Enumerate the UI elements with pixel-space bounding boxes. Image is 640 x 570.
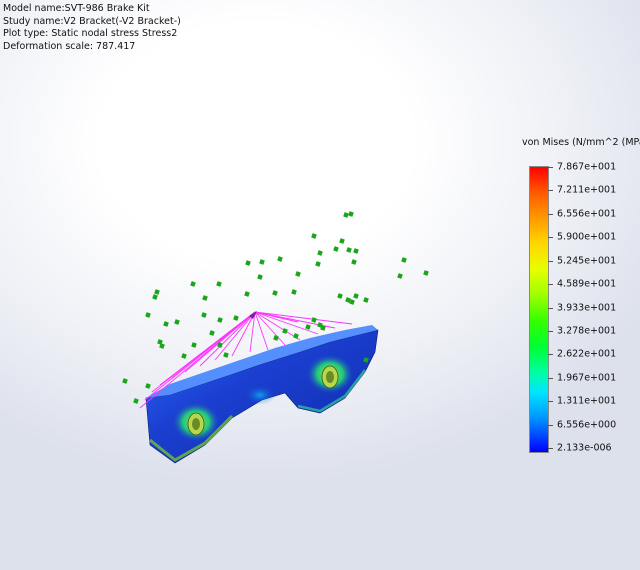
legend-tick-mark bbox=[548, 260, 553, 262]
fixture-marker-icon bbox=[122, 378, 128, 384]
legend-tick-mark bbox=[548, 190, 553, 192]
fixture-marker-icon bbox=[277, 256, 283, 262]
fixture-marker-icon bbox=[315, 261, 321, 267]
legend-tick-mark bbox=[548, 167, 553, 168]
legend-tick-label: 6.556e+000 bbox=[557, 419, 617, 431]
deformed-part-body[interactable] bbox=[145, 325, 379, 464]
fixture-marker-icon bbox=[209, 330, 215, 336]
legend-tick-mark bbox=[548, 330, 553, 332]
legend-tick-mark bbox=[548, 307, 553, 309]
fixture-marker-icon bbox=[343, 212, 349, 218]
fixture-marker-icon bbox=[244, 291, 250, 297]
legend-tick-label: 2.133e-006 bbox=[557, 442, 612, 454]
fixture-marker-icon bbox=[353, 293, 359, 299]
fixture-marker-icon bbox=[291, 289, 297, 295]
legend-tick-mark bbox=[548, 284, 553, 286]
legend-tick-label: 6.556e+001 bbox=[557, 208, 617, 220]
legend-tick-mark bbox=[548, 401, 553, 403]
fixture-marker-icon bbox=[174, 319, 180, 325]
fixture-marker-icon bbox=[346, 247, 352, 253]
fixture-marker-icon bbox=[311, 233, 317, 239]
legend-tick-label: 2.622e+001 bbox=[557, 348, 617, 360]
fixture-marker-icon bbox=[305, 324, 311, 330]
legend-tick-label: 7.211e+001 bbox=[557, 184, 617, 196]
legend-tick-mark bbox=[548, 213, 553, 215]
fixture-marker-icon bbox=[339, 238, 345, 244]
fixture-marker-icon bbox=[311, 317, 317, 323]
legend-tick-label: 5.900e+001 bbox=[557, 231, 617, 243]
legend-tick-label: 1.311e+001 bbox=[557, 395, 617, 407]
legend-tick-label: 7.867e+001 bbox=[557, 161, 617, 173]
fixture-marker-icon bbox=[133, 398, 139, 404]
fixture-marker-icon bbox=[245, 260, 251, 266]
legend-tick-label: 5.245e+001 bbox=[557, 255, 617, 267]
fixture-marker-icon bbox=[348, 211, 354, 217]
legend-title: von Mises (N/mm^2 (MPa)) bbox=[522, 137, 640, 148]
fixture-marker-icon bbox=[191, 342, 197, 348]
fixture-marker-icon bbox=[353, 248, 359, 254]
fixture-marker-icon bbox=[333, 246, 339, 252]
fixture-marker-icon bbox=[223, 352, 229, 358]
fixture-marker-icon bbox=[202, 295, 208, 301]
fixture-marker-icon bbox=[145, 312, 151, 318]
fixture-marker-icon bbox=[363, 297, 369, 303]
fixture-marker-icon bbox=[152, 294, 158, 300]
fixture-marker-icon bbox=[201, 312, 207, 318]
fixture-marker-icon bbox=[397, 273, 403, 279]
legend-tick-mark bbox=[548, 424, 553, 426]
fixture-marker-icon bbox=[259, 259, 265, 265]
legend-tick-mark bbox=[548, 354, 553, 356]
fixture-marker-icon bbox=[423, 270, 429, 276]
legend-tick-label: 1.967e+001 bbox=[557, 372, 617, 384]
fixture-marker-icon bbox=[216, 281, 222, 287]
legend-tick-label: 4.589e+001 bbox=[557, 278, 617, 290]
legend-tick-label: 3.933e+001 bbox=[557, 302, 617, 313]
fixture-marker-icon bbox=[295, 271, 301, 277]
legend-color-bar bbox=[529, 166, 549, 453]
fixture-marker-icon bbox=[401, 257, 407, 263]
legend-tick-mark bbox=[548, 237, 553, 239]
legend-tick-mark bbox=[548, 377, 553, 379]
fixture-marker-icon bbox=[181, 353, 187, 359]
fixture-marker-icon bbox=[272, 290, 278, 296]
fixture-marker-icon bbox=[317, 250, 323, 256]
legend-tick-label: 3.278e+001 bbox=[557, 325, 617, 337]
fixture-marker-icon bbox=[190, 281, 196, 287]
fixture-marker-icon bbox=[273, 335, 279, 341]
legend-tick-mark bbox=[548, 448, 553, 449]
fixture-marker-icon bbox=[233, 315, 239, 321]
fixture-marker-icon bbox=[145, 383, 151, 389]
fixture-marker-icon bbox=[154, 289, 160, 295]
fixture-marker-icon bbox=[293, 333, 299, 339]
fixture-marker-icon bbox=[163, 321, 169, 327]
fixture-marker-icon bbox=[351, 259, 357, 265]
fixture-marker-icon bbox=[217, 317, 223, 323]
fixture-marker-icon bbox=[337, 293, 343, 299]
fixture-marker-icon bbox=[257, 274, 263, 280]
